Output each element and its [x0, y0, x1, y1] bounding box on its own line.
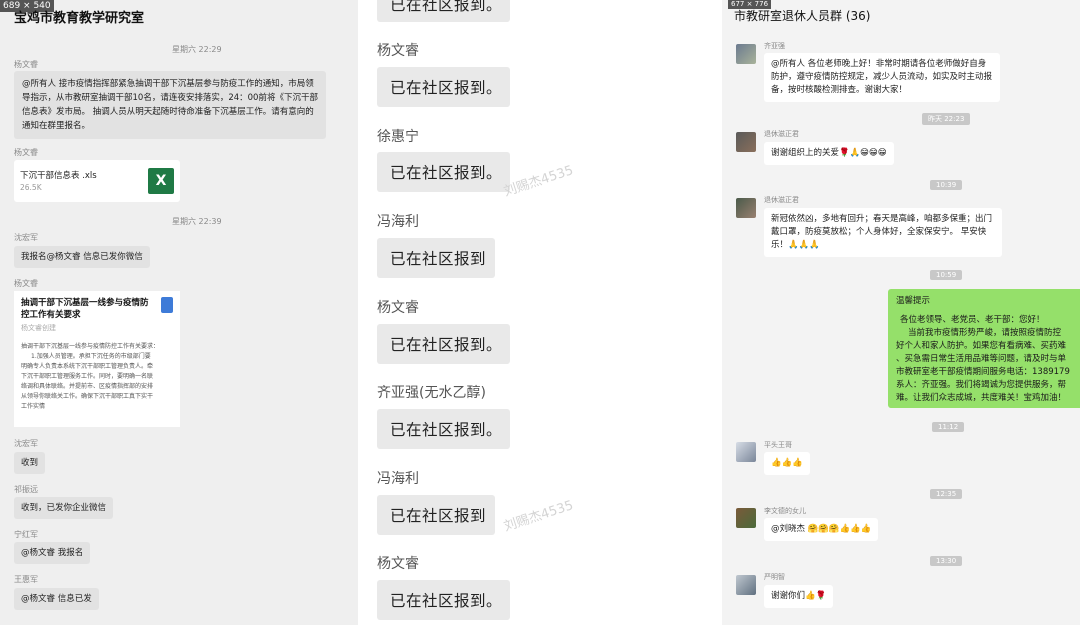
- user-avatar[interactable]: [736, 442, 756, 462]
- message-bubble[interactable]: 👍👍👍: [764, 452, 810, 475]
- sender-name: 退休滋正君: [764, 130, 799, 138]
- sender-name: 平头王哥: [764, 441, 792, 449]
- sender-name: 杨文睿: [377, 556, 419, 572]
- preview-line: 明确专人负责本系统下沉干部职工管理负责人。牵: [21, 363, 154, 370]
- preview-line: 从领导你联络关工作。确保下沉干部职工真下实干: [21, 393, 154, 400]
- message-bubble[interactable]: 已在社区报到。: [377, 409, 510, 449]
- notice-line: 、买急需日常生活用品难等问题，请及时与单: [896, 354, 1067, 364]
- notice-line: 系人：齐亚强。我们将竭诚为您提供服务，帮: [896, 380, 1067, 390]
- timestamp: 星期六 22:29: [172, 45, 222, 54]
- message-bubble[interactable]: 已在社区报到: [377, 495, 495, 535]
- message-bubble[interactable]: 新冠依然凶，多地有回升；春天是高峰，咱都多保重；出门戴口罩，防疫莫放松；个人身体…: [764, 208, 1002, 257]
- sender-name: 李文德的女儿: [764, 507, 806, 515]
- user-avatar[interactable]: [736, 132, 756, 152]
- preview-line: 抽调干部下沉基层一线参与疫情防控工作有关要求：: [21, 343, 160, 350]
- timestamp: 昨天 22:23: [922, 113, 971, 125]
- message-bubble[interactable]: @刘晓杰 🤗🤗🤗👍👍👍: [764, 518, 879, 541]
- sender-name: 祁振远: [14, 485, 38, 494]
- document-title: 抽调干部下沉基层一线参与疫情防控工作有关要求: [21, 298, 149, 320]
- message-bubble[interactable]: @杨文睿 我报名: [14, 542, 91, 564]
- preview-line: 络调和具体联络。并提前市、区疫情指挥部的安排: [21, 383, 154, 390]
- left-chat-panel: 689 × 540 宝鸡市教育教学研究室 星期六 22:29 杨文睿 @所有人 …: [0, 0, 358, 625]
- user-avatar[interactable]: [736, 44, 756, 64]
- sender-name: 宁红军: [14, 530, 38, 539]
- message-bubble[interactable]: 已在社区报到。: [377, 67, 510, 107]
- timestamp: 10:59: [930, 270, 963, 280]
- sender-name: 杨文睿: [14, 148, 38, 157]
- document-author: 杨文睿创建: [21, 324, 56, 332]
- sender-name: 冯海利: [377, 471, 419, 487]
- sender-name: 严明智: [764, 573, 785, 581]
- file-attachment[interactable]: 下沉干部信息表 .xls 26.5K X: [14, 160, 180, 202]
- sender-name: 齐亚强(无水乙醇): [377, 385, 486, 401]
- message-bubble[interactable]: 已在社区报到。: [377, 580, 510, 620]
- watermark: 刘赐杰4535: [502, 498, 576, 535]
- message-bubble[interactable]: @杨文睿 信息已发: [14, 588, 99, 610]
- sender-name: 王惠军: [14, 575, 38, 584]
- message-bubble[interactable]: 谢谢你们👍🌹: [764, 585, 834, 608]
- preview-line: 工作实情: [21, 403, 46, 410]
- timestamp: 12:35: [930, 489, 963, 499]
- timestamp: 星期六 22:39: [172, 217, 222, 226]
- user-avatar[interactable]: [736, 508, 756, 528]
- preview-line: 下沉干部职工管理服务工作。同时，要明确一名联: [21, 373, 154, 380]
- user-avatar[interactable]: [736, 198, 756, 218]
- message-bubble[interactable]: 已在社区报到: [377, 238, 495, 278]
- timestamp: 11:12: [932, 422, 965, 432]
- sender-name: 杨文睿: [377, 300, 419, 316]
- notice-bubble[interactable]: 温馨提示 各位老领导、老党员、老干部：您好！ 当前我市疫情形势严峻，请按照疫情防…: [888, 289, 1080, 408]
- sender-name: 退休滋正君: [764, 196, 799, 204]
- sender-name: 杨文睿: [14, 60, 38, 69]
- preview-line: 1.加强人员管理。承担下沉任务的市级部门要: [31, 353, 151, 360]
- sender-name: 杨文睿: [14, 279, 38, 288]
- timestamp: 10:39: [930, 180, 963, 190]
- sender-name: 沈宏军: [14, 233, 38, 242]
- notice-line: 市教研室老干部疫情期间服务电话：1389179: [896, 367, 1070, 377]
- document-preview: 抽调干部下沉基层一线参与疫情防控工作有关要求： 1.加强人员管理。承担下沉任务的…: [21, 342, 173, 412]
- group-title: 市教研室退休人员群 (36): [734, 9, 871, 23]
- sender-name: 杨文睿: [377, 43, 419, 59]
- sender-name: 徐惠宁: [377, 129, 419, 145]
- message-bubble[interactable]: 已在社区报到。: [377, 0, 510, 22]
- message-bubble[interactable]: 已在社区报到。: [377, 324, 510, 364]
- document-icon: [161, 297, 173, 313]
- message-bubble[interactable]: 收到，已发你企业微信: [14, 497, 114, 519]
- document-card[interactable]: 抽调干部下沉基层一线参与疫情防控工作有关要求 杨文睿创建 抽调干部下沉基层一线参…: [14, 291, 180, 427]
- sender-name: 冯海利: [377, 214, 419, 230]
- right-chat-panel: 677 × 776 市教研室退休人员群 (36) 齐亚强 @所有人 各位老师晚上…: [722, 0, 1080, 625]
- message-bubble[interactable]: 已在社区报到。: [377, 152, 510, 192]
- timestamp: 13:30: [930, 556, 963, 566]
- sender-name: 沈宏军: [14, 439, 38, 448]
- watermark: 刘赐杰4535: [502, 163, 576, 200]
- notice-line: 好个人和家人防护。如果您有看病难、买药难: [896, 341, 1067, 351]
- notice-line: 难。让我们众志成城，共度难关！宝鸡加油！: [896, 393, 1067, 403]
- user-avatar[interactable]: [736, 575, 756, 595]
- sender-name: 齐亚强: [764, 42, 785, 50]
- message-bubble[interactable]: 谢谢组织上的关爱🌹🙏😁😁😁: [764, 142, 894, 165]
- group-title: 宝鸡市教育教学研究室: [14, 11, 145, 26]
- notice-line: 当前我市疫情形势严峻，请按照疫情防控: [908, 328, 1062, 338]
- message-bubble[interactable]: @所有人 接市疫情指挥部紧急抽调干部下沉基层参与防疫工作的通知，市局领导指示，从…: [14, 71, 326, 139]
- middle-chat-panel: 已在社区报到。 杨文睿 已在社区报到。 徐惠宁 已在社区报到。 冯海利 已在社区…: [362, 0, 720, 625]
- notice-line: 各位老领导、老党员、老干部：您好！: [900, 315, 1045, 325]
- message-bubble[interactable]: 我报名@杨文睿 信息已发你微信: [14, 246, 150, 268]
- message-bubble[interactable]: 收到: [14, 452, 46, 474]
- excel-icon: X: [148, 168, 174, 194]
- file-name: 下沉干部信息表 .xls: [20, 171, 97, 181]
- file-size: 26.5K: [20, 183, 42, 192]
- notice-title: 温馨提示: [896, 296, 931, 306]
- message-bubble[interactable]: @所有人 各位老师晚上好！非常时期请各位老师做好自身防护，遵守疫情防控规定，减少…: [764, 53, 1000, 102]
